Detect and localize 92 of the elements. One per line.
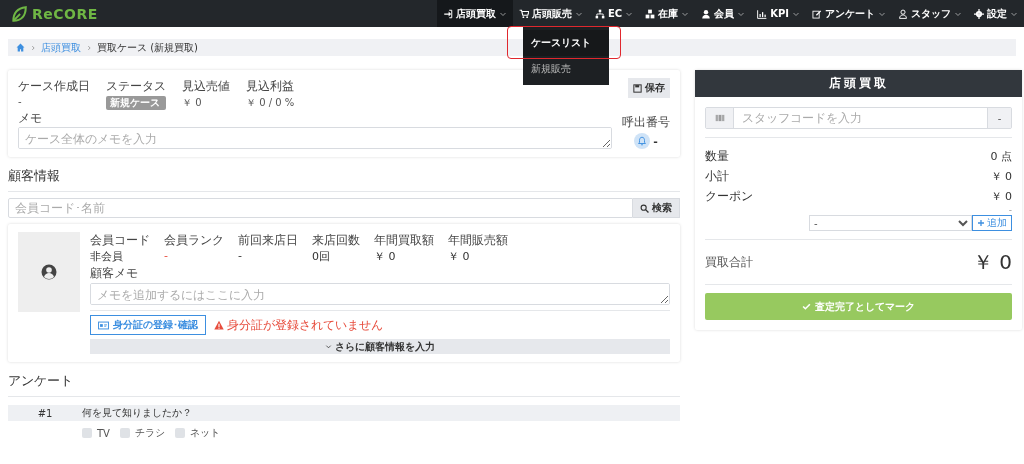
nav-item[interactable]: 在庫 (639, 0, 696, 27)
summary-value: 0 点 (990, 148, 1012, 164)
sitemap-icon (595, 8, 605, 19)
chevron-icon (86, 44, 92, 51)
field-value: ￥ 0 (448, 249, 471, 264)
question-number: #1 (36, 407, 54, 419)
staff-code-field[interactable]: スタッフコードを入力 - (705, 107, 1012, 129)
field-value: 非会員 (90, 249, 124, 264)
summary-value: ￥ 0 (990, 168, 1012, 184)
summary-value: ￥ 0 (990, 188, 1012, 204)
nav-item[interactable]: アンケート (806, 0, 892, 27)
cubes-icon (645, 8, 656, 19)
coupon-note: - (1007, 206, 1012, 214)
save-button[interactable]: 保存 (628, 78, 670, 98)
field-label: ステータス (106, 78, 166, 95)
id-button[interactable]: 身分証の登録･確認 (90, 315, 206, 335)
bell-button[interactable] (634, 133, 651, 149)
section-heading: アンケート (8, 372, 680, 397)
memo-label: 顧客メモ (90, 265, 139, 282)
field-label: 来店回数 (312, 232, 360, 249)
field-value: ￥ 0 / 0 % (246, 96, 295, 110)
call-number: - (653, 134, 658, 148)
chevron-icon (30, 44, 36, 51)
field-label: 会員コード (90, 232, 150, 249)
search-icon (640, 203, 649, 213)
breadcrumb-current: 買取ケース (新規買取) (97, 40, 198, 55)
caret-icon (325, 343, 332, 350)
summary-label: クーポン (705, 187, 753, 205)
summary-label: 小計 (705, 167, 729, 185)
panel-title: 店頭買取 (695, 70, 1022, 97)
checkbox[interactable] (174, 428, 185, 438)
total-label: 買取合計 (705, 253, 753, 271)
section-heading: 顧客情報 (8, 167, 680, 192)
total-value: ￥ 0 (972, 248, 1012, 276)
expand-button[interactable]: さらに顧客情報を入力 (90, 339, 670, 354)
nav-item[interactable]: EC (589, 0, 640, 27)
field-value: - (238, 249, 243, 262)
bell-icon (637, 136, 648, 146)
memo-label: メモ (18, 110, 43, 127)
user-icon (898, 8, 908, 19)
nav-item[interactable]: スタッフ (892, 0, 968, 27)
field-value: 0回 (312, 249, 331, 264)
barcode-icon (714, 113, 725, 123)
sign-in-icon (443, 8, 453, 19)
field-value: ￥ 0 (182, 96, 203, 110)
field-value: - (164, 249, 169, 262)
nav-item[interactable]: 設定 (968, 0, 1024, 27)
leaf-icon (10, 4, 28, 23)
add-button[interactable]: 追加 (972, 215, 1012, 231)
checkbox[interactable] (119, 428, 130, 438)
summary-label: 数量 (705, 147, 729, 165)
staff-clear-button[interactable]: - (987, 108, 1011, 128)
field-label: 年間買取額 (374, 232, 434, 249)
plus-icon (977, 219, 985, 227)
check-icon (802, 302, 811, 311)
nav-item[interactable]: 会員 (695, 0, 752, 27)
field-value: - (18, 96, 23, 107)
settings-icon (974, 8, 984, 19)
field-value: ￥ 0 (374, 249, 397, 264)
question-text: 何を見て知りましたか？ (82, 406, 192, 420)
option-label: チラシ (134, 426, 165, 440)
nav-item[interactable]: 店頭販売 (513, 0, 589, 27)
bar-chart-icon (757, 8, 768, 19)
coupon-select[interactable]: - (809, 215, 972, 231)
status-badge: 新規ケース (106, 96, 166, 110)
search-field[interactable]: 会員コード･名前 (8, 198, 633, 218)
warning-icon (214, 320, 224, 330)
memo-field[interactable]: メモを追加するにはここに入力 (90, 283, 670, 305)
save-icon (633, 83, 642, 93)
menu-item[interactable]: 新規販売 (531, 63, 571, 74)
checkbox[interactable] (82, 428, 92, 438)
home-icon (16, 43, 25, 52)
memo-field[interactable]: ケース全体のメモを入力 (18, 127, 612, 149)
field-label: 見込利益 (246, 78, 295, 95)
field-label: 見込売値 (182, 78, 230, 95)
option-label: ネット (189, 426, 220, 440)
search-button[interactable]: 検索 (633, 198, 680, 218)
field-label: 会員ランク (164, 232, 224, 249)
nav-item[interactable]: 店頭買取 (437, 0, 513, 27)
nav-item[interactable]: KPI (751, 0, 806, 27)
id-card-icon (98, 319, 109, 331)
brand-logo: ReCORE (32, 5, 98, 22)
user-icon (701, 8, 712, 19)
field-label: 前回来店日 (238, 232, 298, 249)
option-label: TV (97, 427, 110, 439)
cart-icon (519, 8, 529, 19)
warning-text: 身分証が登録されていません (227, 316, 383, 334)
field-label: 年間販売額 (448, 232, 508, 249)
field-label: ケース作成日 (18, 78, 90, 95)
call-number-label: 呼出番号 (622, 114, 670, 131)
avatar-icon (41, 264, 57, 280)
edit-icon (812, 8, 822, 19)
